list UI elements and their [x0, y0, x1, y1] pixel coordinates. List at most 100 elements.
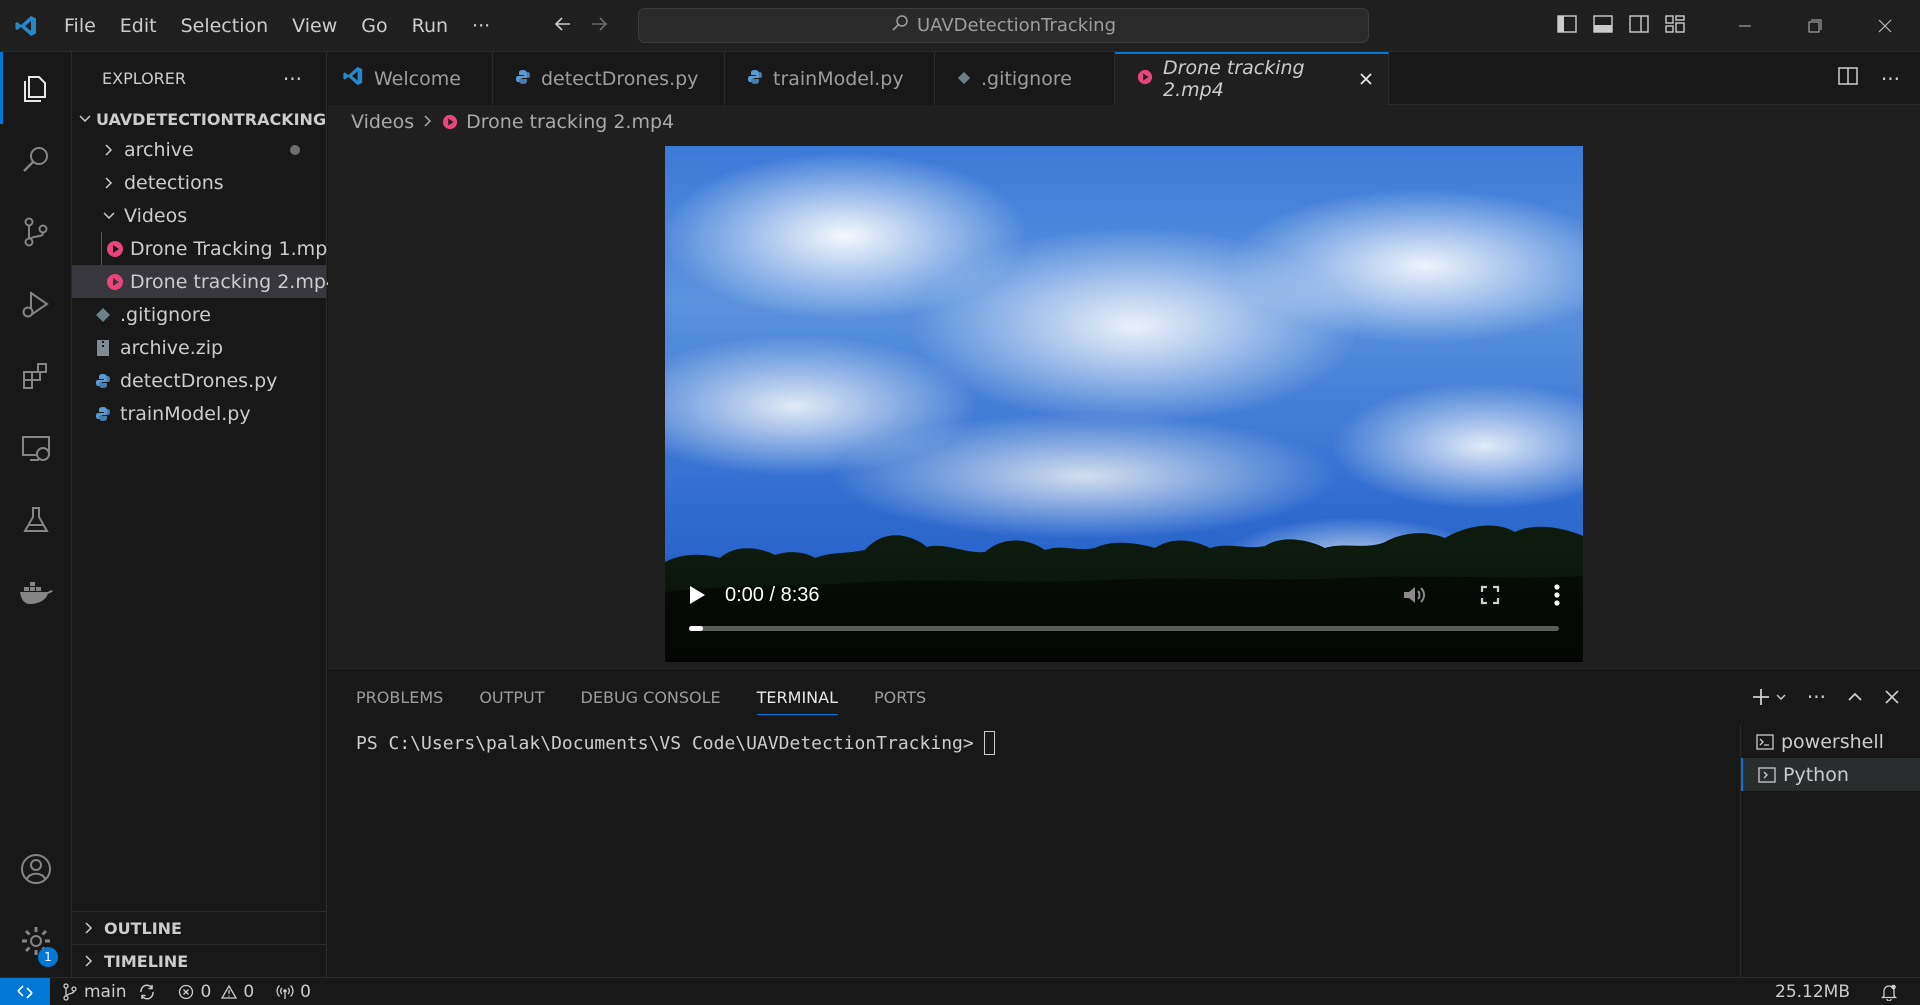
search-view-icon[interactable] [0, 124, 72, 196]
forward-arrow-icon[interactable] [588, 13, 610, 40]
remote-explorer-icon[interactable] [0, 412, 72, 484]
tab-label: Welcome [374, 67, 461, 90]
outline-section[interactable]: OUTLINE [72, 911, 327, 944]
run-debug-icon[interactable] [0, 268, 72, 340]
tree-file-archive-zip[interactable]: archive.zip [72, 331, 326, 364]
video-file-icon [106, 273, 124, 291]
menu-view[interactable]: View [280, 0, 349, 52]
toggle-panel-icon[interactable] [1592, 13, 1614, 40]
breadcrumb-folder[interactable]: Videos [351, 111, 414, 133]
maximize-panel-icon[interactable] [1846, 688, 1864, 706]
video-player[interactable]: 0:00 / 8:36 [665, 146, 1583, 662]
toggle-secondary-sidebar-icon[interactable] [1628, 13, 1650, 40]
explorer-sidebar: EXPLORER ··· UAVDETECTIONTRACKING archiv… [72, 52, 339, 977]
docker-icon[interactable] [0, 556, 72, 628]
git-branch-status[interactable]: main [62, 982, 156, 1002]
tree-file-drone-tracking-1[interactable]: Drone Tracking 1.mp4 [72, 232, 339, 265]
timeline-section[interactable]: TIMELINE [72, 944, 327, 977]
sync-icon[interactable] [138, 983, 156, 1001]
split-editor-icon[interactable] [1837, 65, 1859, 92]
tree-label: Videos [124, 204, 188, 227]
workspace-root[interactable]: UAVDETECTIONTRACKING [72, 105, 326, 133]
panel-tab-ports[interactable]: PORTS [874, 669, 926, 725]
panel-tab-output[interactable]: OUTPUT [479, 669, 544, 725]
command-center-search[interactable]: UAVDetectionTracking [638, 8, 1369, 43]
tab-detectdrones[interactable]: detectDrones.py [493, 52, 725, 105]
tab-label: detectDrones.py [541, 67, 699, 90]
tree-file-trainmodel[interactable]: trainModel.py [72, 397, 326, 430]
menu-more[interactable]: ··· [460, 0, 502, 52]
tab-gitignore[interactable]: .gitignore [935, 52, 1115, 105]
minimize-button[interactable] [1710, 0, 1780, 52]
tree-file-drone-tracking-2[interactable]: Drone tracking 2.mp4 [72, 265, 338, 298]
tab-drone-tracking-2[interactable]: Drone tracking 2.mp4 [1115, 52, 1389, 105]
volume-icon[interactable] [1401, 583, 1427, 607]
menu-edit[interactable]: Edit [108, 0, 169, 52]
tree-label: archive.zip [120, 336, 224, 359]
extensions-icon[interactable] [0, 340, 72, 412]
new-terminal-icon[interactable] [1751, 687, 1787, 707]
tree-folder-archive[interactable]: archive [72, 133, 326, 166]
terminal-output[interactable]: PS C:\Users\palak\Documents\VS Code\UAVD… [356, 731, 995, 755]
fullscreen-icon[interactable] [1479, 584, 1501, 606]
editor-more-icon[interactable]: ··· [1881, 67, 1900, 91]
editor-area: Videos Drone tracking 2.mp4 0:00 / 8:36 [328, 105, 1920, 668]
tree-folder-videos[interactable]: Videos [72, 199, 326, 232]
chevron-right-icon [98, 176, 120, 190]
tree-label: Drone Tracking 1.mp4 [130, 237, 340, 260]
restore-button[interactable] [1780, 0, 1850, 52]
close-panel-icon[interactable] [1884, 689, 1900, 705]
tree-label: .gitignore [120, 303, 211, 326]
notifications-bell-icon[interactable] [1880, 983, 1898, 1001]
explorer-icon[interactable] [0, 52, 72, 124]
chevron-down-icon [98, 209, 120, 223]
branch-name: main [84, 981, 127, 1002]
editor-tab-bar: Welcome detectDrones.py trainModel.py .g… [328, 52, 1920, 105]
menu-file[interactable]: File [52, 0, 108, 52]
breadcrumb-file[interactable]: Drone tracking 2.mp4 [466, 111, 674, 133]
tab-label: Drone tracking 2.mp4 [1163, 57, 1305, 101]
close-tab-icon[interactable] [1358, 71, 1374, 87]
menu-run[interactable]: Run [400, 0, 460, 52]
memory-usage[interactable]: 25.12MB [1775, 982, 1850, 1002]
tree-file-detectdrones[interactable]: detectDrones.py [72, 364, 326, 397]
close-window-button[interactable] [1850, 0, 1920, 52]
terminal-list: powershell Python [1740, 725, 1920, 978]
ports-status[interactable]: 0 [276, 982, 311, 1002]
video-progress-bar[interactable] [689, 626, 1559, 631]
panel-tab-debug-console[interactable]: DEBUG CONSOLE [581, 669, 721, 725]
accounts-icon[interactable] [0, 833, 72, 905]
panel-tab-terminal[interactable]: TERMINAL [756, 669, 839, 725]
branch-icon [62, 982, 78, 1001]
customize-layout-icon[interactable] [1664, 13, 1686, 40]
explorer-more-button[interactable]: ··· [283, 67, 302, 91]
python-file-icon [92, 406, 114, 422]
toggle-primary-sidebar-icon[interactable] [1556, 13, 1578, 40]
command-center-label: UAVDetectionTracking [916, 15, 1117, 36]
tree-file-gitignore[interactable]: .gitignore [72, 298, 326, 331]
video-options-icon[interactable] [1553, 583, 1561, 607]
back-arrow-icon[interactable] [552, 13, 574, 40]
workspace-root-label: UAVDETECTIONTRACKING [96, 109, 327, 129]
menu-selection[interactable]: Selection [169, 0, 281, 52]
tab-trainmodel[interactable]: trainModel.py [725, 52, 935, 105]
panel-more-icon[interactable]: ··· [1807, 685, 1826, 709]
terminal-item-python[interactable]: Python [1741, 758, 1920, 791]
warning-icon [221, 984, 238, 1000]
testing-icon[interactable] [0, 484, 72, 556]
play-icon[interactable] [687, 584, 707, 606]
source-control-icon[interactable] [0, 196, 72, 268]
terminal-item-label: powershell [1781, 730, 1884, 753]
manage-gear-icon[interactable]: 1 [0, 905, 72, 977]
error-count: 0 [200, 981, 212, 1002]
tree-folder-detections[interactable]: detections [72, 166, 326, 199]
panel-tab-problems[interactable]: PROBLEMS [356, 669, 443, 725]
git-icon [957, 68, 971, 90]
terminal-item-powershell[interactable]: powershell [1741, 725, 1920, 758]
tab-welcome[interactable]: Welcome [328, 52, 493, 105]
remote-indicator[interactable] [0, 977, 50, 1005]
problems-status[interactable]: 0 0 [178, 982, 254, 1002]
menu-go[interactable]: Go [349, 0, 399, 52]
broadcast-icon [276, 984, 294, 1000]
tree-label: Drone tracking 2.mp4 [130, 270, 338, 293]
